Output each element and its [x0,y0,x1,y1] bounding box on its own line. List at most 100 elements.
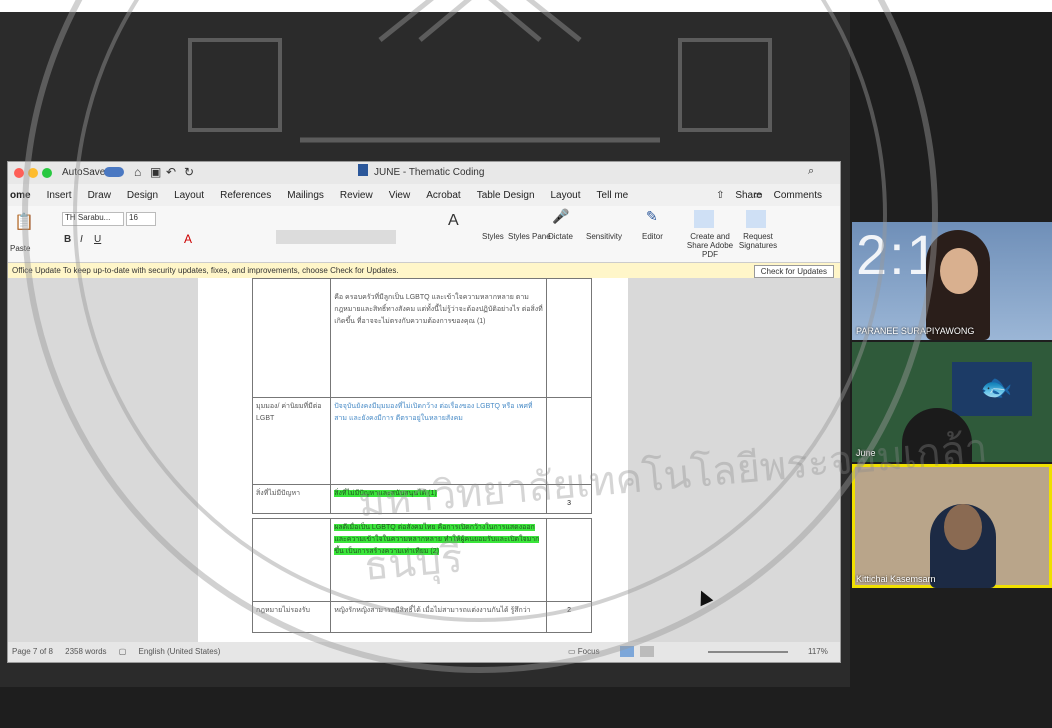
video-tile-june[interactable]: 🐟 June [852,342,1052,462]
request-signatures-label: Request Signatures [738,232,778,250]
tab-acrobat[interactable]: Acrobat [426,190,460,201]
font-color-icon[interactable]: A [184,232,192,246]
tab-references[interactable]: References [220,190,271,201]
participant-face [940,248,978,294]
tab-mailings[interactable]: Mailings [287,190,324,201]
table-row: คือ ครอบครัวที่มีลูกเป็น LGBTQ และเข้าใจ… [251,278,592,398]
participant-name: June [856,448,876,458]
font-size-select[interactable]: 16 [126,212,156,226]
proofing-icon[interactable]: ▢ [119,647,127,656]
pdf-icon[interactable] [694,210,714,228]
table-cell[interactable]: มุมมอง/ ค่านิยมที่มีต่อ LGBT [251,397,332,485]
tab-design[interactable]: Design [127,190,158,201]
table-cell[interactable] [251,518,332,602]
participant-avatar [902,408,972,462]
dictate-icon[interactable]: 🎤 [552,208,569,225]
autosave-label: AutoSave [62,167,106,178]
tab-home[interactable]: ome [10,190,31,201]
document-canvas[interactable]: คือ ครอบครัวที่มีลูกเป็น LGBTQ และเข้าใจ… [8,278,840,642]
close-window-button[interactable] [14,168,24,178]
word-window: AutoSave ⌂ ▣ ↶ ↻ JUNE - Thematic Coding … [8,162,840,662]
font-name-select[interactable]: TH Sarabu... [62,212,124,226]
table-cell[interactable]: ปัจจุบันยังคงมีมุมมองที่ไม่เปิดกว้าง ต่อ… [330,397,548,485]
table-cell[interactable]: สิ่งที่ไม่มีปัญหาและสนับสนุนได้ (1) [330,484,548,514]
italic-button[interactable]: I [80,234,83,245]
autosave-toggle[interactable] [104,167,124,177]
document-title: JUNE - Thematic Coding [374,167,485,178]
cell-label: มุมมอง/ ค่านิยมที่มีต่อ LGBT [256,403,322,422]
sensitivity-label[interactable]: Sensitivity [586,232,622,241]
table-row: สิ่งที่ไม่มีปัญหา สิ่งที่ไม่มีปัญหาและสน… [251,484,592,514]
search-icon[interactable]: ⌕ [808,165,814,178]
redo-icon[interactable]: ↻ [184,165,194,179]
document-page[interactable]: คือ ครอบครัวที่มีลูกเป็น LGBTQ และเข้าใจ… [198,278,628,642]
save-icon[interactable]: ▣ [150,165,161,179]
focus-button[interactable]: ▭ Focus [568,642,600,662]
tab-draw[interactable]: Draw [88,190,111,201]
styles-label: Styles [482,232,504,241]
highlighted-text: สิ่งที่ไม่มีปัญหาและสนับสนุนได้ (1) [334,490,437,497]
table-cell[interactable]: สิ่งที่ไม่มีปัญหา [251,484,332,514]
editor-icon[interactable]: ✎ [646,208,658,225]
signature-icon[interactable] [746,210,766,228]
bold-button[interactable]: B [64,234,71,245]
page-count[interactable]: Page 7 of 8 [12,647,53,656]
coding-table-2: ผลดีเมื่อเป็น LGBTQ ต่อสังคมไทย คือการเป… [251,518,592,633]
web-layout-icon[interactable] [640,646,654,657]
underline-button[interactable]: U [94,234,101,245]
tab-review[interactable]: Review [340,190,373,201]
bottom-bar [0,687,1052,728]
top-strip [0,0,1052,12]
update-message-text: Office Update To keep up-to-date with se… [12,266,399,275]
table-cell[interactable]: ผลดีเมื่อเป็น LGBTQ ต่อสังคมไทย คือการเป… [330,518,548,602]
paste-label: Paste [10,244,31,253]
zoom-slider[interactable] [708,651,788,653]
check-updates-button[interactable]: Check for Updates [753,265,834,278]
table-row: กฎหมายไม่รองรับ หญิงรักหญิงสามารถมีสิทธิ… [251,601,592,633]
table-cell[interactable]: คือ ครอบครัวที่มีลูกเป็น LGBTQ และเข้าใจ… [330,278,548,398]
table-cell[interactable] [546,397,592,485]
print-layout-icon[interactable] [620,646,634,657]
highlighted-text: ผลดีเมื่อเป็น LGBTQ ต่อสังคมไทย คือการเป… [334,524,540,555]
cell-number: 2 [567,607,572,614]
editor-label: Editor [642,232,663,241]
word-count[interactable]: 2358 words [65,647,106,656]
tab-view[interactable]: View [389,190,411,201]
zoom-level[interactable]: 117% [808,642,828,662]
undo-icon[interactable]: ↶ [166,165,176,179]
video-tile-kittichai[interactable]: Kittichai Kasemsarn [852,464,1052,588]
language-label[interactable]: English (United States) [139,647,221,656]
tab-table-layout[interactable]: Layout [551,190,581,201]
tab-table-design[interactable]: Table Design [477,190,535,201]
styles-pane-label[interactable]: Styles Pane [508,232,551,241]
table-cell[interactable]: กฎหมายไม่รองรับ [251,601,332,633]
table-row: มุมมอง/ ค่านิยมที่มีต่อ LGBT ปัจจุบันยัง… [251,397,592,485]
status-bar: Page 7 of 8 2358 words ▢ English (United… [8,642,840,662]
comments-button[interactable]: ▭ Comments [753,190,830,201]
table-cell[interactable]: 3 [546,484,592,514]
minimize-window-button[interactable] [28,168,38,178]
participant-name: Kittichai Kasemsarn [856,574,936,584]
participant-face [944,504,982,550]
tab-insert[interactable]: Insert [47,190,72,201]
tab-tell-me[interactable]: Tell me [597,190,629,201]
video-tile-paranee[interactable]: 2:15 PARANEE SURAPIYAWONG [852,222,1052,340]
maximize-window-button[interactable] [42,168,52,178]
tab-layout[interactable]: Layout [174,190,204,201]
ribbon-tabs: ome Insert Draw Design Layout References… [8,184,840,206]
cell-label: กฎหมายไม่รองรับ [256,607,310,614]
focus-label: Focus [577,647,600,656]
create-pdf-label: Create and Share Adobe PDF [686,232,734,259]
table-cell[interactable] [546,518,592,602]
table-cell[interactable]: 2 [546,601,592,633]
table-cell[interactable] [546,278,592,398]
cell-text: หญิงรักหญิงสามารถมีสิทธิ์ได้ เมื่อไม่สาม… [334,607,531,614]
table-cell[interactable]: หญิงรักหญิงสามารถมีสิทธิ์ได้ เมื่อไม่สาม… [330,601,548,633]
paragraph-align-group[interactable] [276,230,396,244]
fish-icon: 🐟 [980,372,1013,402]
styles-icon[interactable]: A [448,212,459,230]
table-cell[interactable] [251,278,332,398]
home-icon[interactable]: ⌂ [134,165,141,179]
paste-icon[interactable]: 📋 [14,212,34,232]
ribbon-toolbar: 📋 Paste TH Sarabu... 16 B I U A A Styles… [8,206,840,263]
